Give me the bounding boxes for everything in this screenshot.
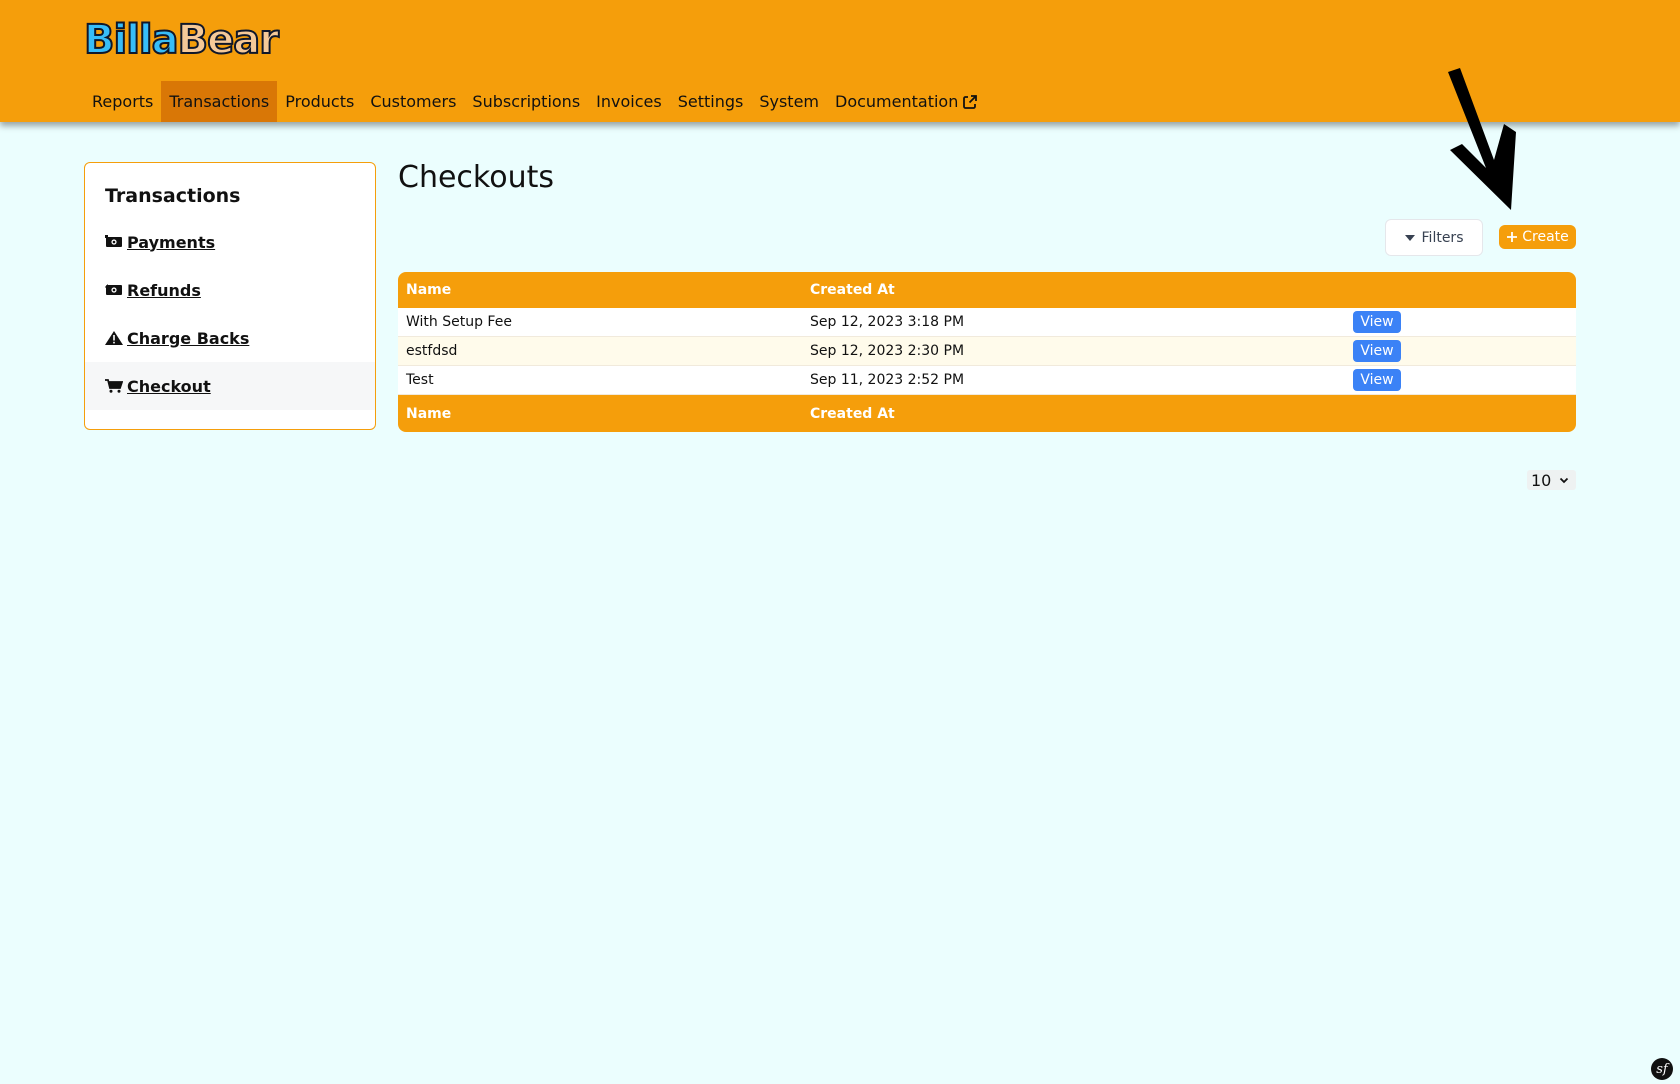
nav-item-transactions[interactable]: Transactions: [161, 81, 278, 122]
cell-name: With Setup Fee: [406, 314, 512, 330]
view-button[interactable]: View: [1353, 340, 1401, 362]
column-footer-created-at: Created At: [810, 405, 895, 422]
nav-item-system[interactable]: System: [751, 81, 827, 122]
page-title: Checkouts: [398, 160, 554, 195]
money-bill-refund-icon: [105, 283, 123, 297]
nav-label: Reports: [92, 92, 154, 111]
nav-label: Transactions: [169, 92, 270, 111]
nav-label: Products: [285, 92, 355, 111]
cell-name: estfdsd: [406, 343, 458, 359]
column-footer-name: Name: [406, 405, 452, 422]
create-label: Create: [1522, 229, 1569, 245]
main-nav: Reports Transactions Products Customers …: [84, 81, 986, 122]
view-button[interactable]: View: [1353, 311, 1401, 333]
sidebar-title: Transactions: [105, 185, 241, 207]
cart-icon: [105, 379, 123, 393]
logo-text-part1: Billa: [83, 17, 180, 63]
table-row: Test Sep 11, 2023 2:52 PM View: [398, 366, 1576, 395]
column-header-created-at: Created At: [810, 282, 895, 298]
money-bill-icon: [105, 235, 123, 249]
table-footer: Name Created At: [398, 395, 1576, 432]
billabear-logo[interactable]: BillaBear: [83, 17, 280, 63]
cell-created-at: Sep 12, 2023 3:18 PM: [810, 314, 965, 330]
nav-item-invoices[interactable]: Invoices: [588, 81, 670, 122]
nav-item-customers[interactable]: Customers: [362, 81, 464, 122]
checkouts-table: Name Created At With Setup Fee Sep 12, 2…: [398, 272, 1576, 432]
sidebar-item-checkout[interactable]: Checkout: [85, 362, 375, 410]
nav-label: Settings: [677, 92, 744, 111]
filters-label: Filters: [1421, 229, 1464, 246]
view-button[interactable]: View: [1353, 369, 1401, 391]
table-row: With Setup Fee Sep 12, 2023 3:18 PM View: [398, 308, 1576, 337]
sidebar-item-label: Charge Backs: [127, 328, 250, 348]
nav-label: Customers: [370, 92, 457, 111]
per-page-value: 10: [1531, 470, 1552, 490]
transactions-sidebar: Transactions Payments Refunds Charge Backs…: [84, 162, 376, 430]
warning-icon: [105, 331, 123, 345]
caret-down-icon: [1404, 234, 1415, 241]
external-link-icon: [963, 94, 978, 109]
plus-icon: [1507, 232, 1518, 242]
nav-item-products[interactable]: Products: [277, 81, 362, 122]
cell-created-at: Sep 11, 2023 2:52 PM: [810, 372, 965, 388]
cell-name: Test: [406, 372, 434, 388]
filters-button[interactable]: Filters: [1385, 219, 1483, 256]
column-header-name: Name: [406, 282, 452, 298]
table-row: estfdsd Sep 12, 2023 2:30 PM View: [398, 337, 1576, 366]
nav-item-subscriptions[interactable]: Subscriptions: [464, 81, 588, 122]
logo-text-part2: Bear: [177, 17, 280, 63]
nav-item-settings[interactable]: Settings: [670, 81, 752, 122]
top-header: BillaBear Reports Transactions Products …: [0, 0, 1680, 122]
sidebar-item-label: Payments: [127, 232, 216, 252]
nav-label: System: [759, 92, 819, 111]
sidebar-item-charge-backs[interactable]: Charge Backs: [85, 314, 375, 362]
sidebar-item-label: Checkout: [127, 376, 211, 396]
symfony-toolbar-icon[interactable]: sf: [1651, 1058, 1673, 1080]
nav-item-reports[interactable]: Reports: [84, 81, 161, 122]
nav-label: Invoices: [596, 92, 662, 111]
sidebar-item-refunds[interactable]: Refunds: [85, 266, 375, 314]
cell-created-at: Sep 12, 2023 2:30 PM: [810, 343, 965, 359]
arrow-pointer-icon: [1448, 68, 1516, 210]
chevron-down-icon: [1560, 477, 1569, 484]
nav-item-documentation[interactable]: Documentation: [827, 81, 986, 122]
sidebar-item-payments[interactable]: Payments: [85, 218, 375, 266]
sidebar-item-label: Refunds: [127, 280, 201, 300]
nav-label: Documentation: [835, 92, 959, 111]
create-button[interactable]: Create: [1499, 225, 1576, 249]
nav-label: Subscriptions: [472, 92, 581, 111]
per-page-select[interactable]: 10: [1527, 470, 1576, 490]
table-header: Name Created At: [398, 272, 1576, 308]
